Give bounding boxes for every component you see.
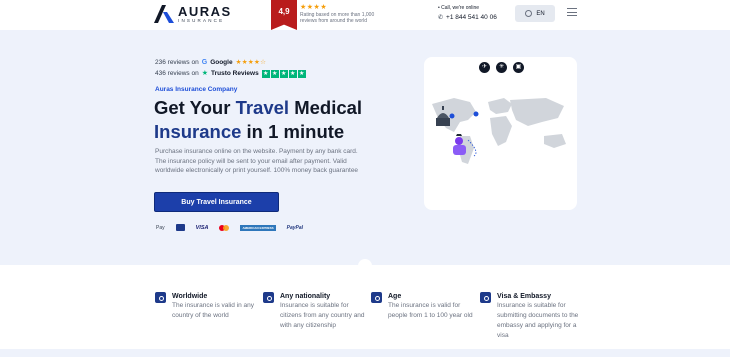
person-icon [371,292,382,303]
feature-title: Age [388,293,402,300]
phone-number: +1 844 541 40 06 [446,14,497,21]
trust-review-count: 436 reviews on [155,70,199,77]
hero-section: 236 reviews on G Google ★★★★☆ 436 review… [0,30,730,265]
world-map-card: ✈ ✳ ▣ [424,57,577,210]
feature-text: The insurance is valid in any country of… [172,302,255,319]
google-review-count: 236 reviews on [155,59,199,66]
bank-card-icon [175,224,185,231]
feature-title: Visa & Embassy [497,293,551,300]
share-icon[interactable]: ✳ [496,62,507,73]
rating-info: ★★★★ Rating based on more than 1,000 rev… [300,4,390,24]
language-selector[interactable]: EN [515,5,555,22]
feature-title: Worldwide [172,293,208,300]
phone-link[interactable]: ✆ +1 844 541 40 06 [438,14,497,21]
logo-subtitle: INSURANCE [178,18,225,23]
feature-nationality: Any nationality Insurance is suitable fo… [263,292,370,331]
rating-text: Rating based on more than 1,000 reviews … [300,12,375,24]
reviews-block: 236 reviews on G Google ★★★★☆ 436 review… [155,57,306,79]
paypal-logo: PayPal [286,224,304,231]
camera-icon[interactable]: ▣ [513,62,524,73]
feature-title: Any nationality [280,293,331,300]
google-brand: Google [210,59,233,66]
plane-icon[interactable]: ✈ [479,62,490,73]
trust-reviews[interactable]: 436 reviews on ★ Trustо Reviews ★ ★ ★ ★ ★ [155,68,306,79]
amex-logo: AMERICAN EXPRESS [240,224,276,231]
apple-pay-logo: Pay [156,224,165,231]
trust-brand: Trustо Reviews [211,70,259,77]
feature-text: Insurance is suitable for submitting doc… [497,302,579,339]
passport-icon [480,292,491,303]
trust-stars: ★ ★ ★ ★ ★ [261,69,306,78]
globe-icon [525,10,533,17]
globe-icon [155,292,166,303]
feature-visa: Visa & Embassy Insurance is suitable for… [480,292,587,341]
mastercard-logo [219,224,230,231]
language-label: EN [536,10,545,17]
logo[interactable]: AURAS INSURANCE [154,5,232,24]
rating-stars: ★★★★ [300,4,328,11]
buy-insurance-button[interactable]: Buy Travel Insurance [154,192,279,212]
phone-icon: ✆ [438,15,444,21]
id-card-icon [263,292,274,303]
call-label: • Call, we're online [438,5,480,11]
hero-description: Purchase insurance online on the website… [155,148,359,174]
rating-badge: 4,9 [271,0,297,30]
visa-logo: VISA [195,224,209,231]
google-icon: G [201,59,208,66]
location-pin-icon [473,111,479,117]
feature-text: The insurance is valid for people from 1… [388,302,473,319]
google-stars: ★★★★☆ [235,59,267,66]
location-pin-icon [449,113,455,119]
payment-methods: Pay VISA AMERICAN EXPRESS PayPal [156,224,303,231]
features-section: Worldwide The insurance is valid in any … [0,265,730,357]
feature-worldwide: Worldwide The insurance is valid in any … [155,292,262,321]
trust-star-icon: ★ [201,70,209,77]
feature-age: Age The insurance is valid for people fr… [371,292,478,321]
bottom-strip [0,349,730,357]
feature-text: Insurance is suitable for citizens from … [280,302,365,329]
world-map-illustration [432,98,566,164]
site-header: AURAS INSURANCE 4,9 ★★★★ Rating based on… [0,0,730,30]
company-name: Auras Insurance Company [155,86,238,93]
logo-mark-icon [154,5,174,24]
logo-name: AURAS [178,4,232,19]
map-actions: ✈ ✳ ▣ [479,62,524,73]
call-block: • Call, we're online ✆ +1 844 541 40 06 [438,5,497,21]
page-title: Get Your Travel Medical Insurance in 1 m… [154,97,363,142]
hamburger-menu-icon[interactable] [567,8,577,16]
google-reviews[interactable]: 236 reviews on G Google ★★★★☆ [155,57,306,68]
